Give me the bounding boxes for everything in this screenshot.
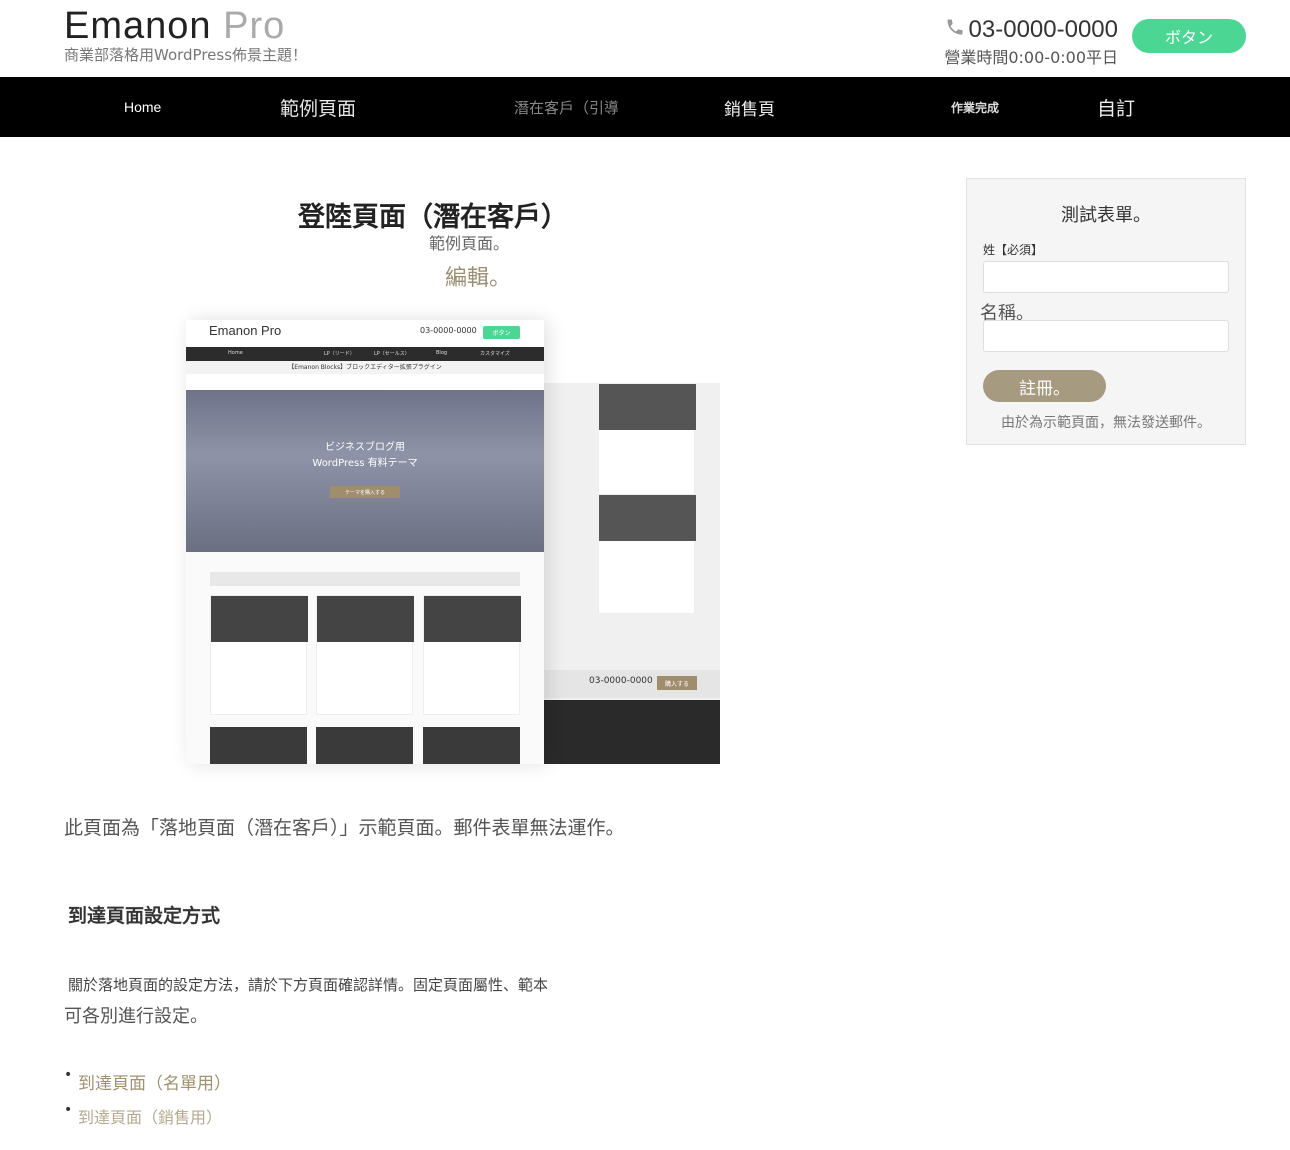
screenshot-phone: 03-0000-0000	[420, 326, 477, 335]
link-landing-lead[interactable]: 到達頁面（名單用）	[78, 1074, 231, 1094]
sidebar-test-form: 測試表單。 姓【必須】 名稱。 註冊。 由於為示範頁面，無法發送郵件。	[966, 178, 1246, 445]
screenshot-nav-item: Blog	[436, 350, 448, 356]
theme-screenshot: 03-0000-0000 購入する Emanon Pro 03-0000-000…	[186, 320, 720, 764]
global-nav: Home 範例頁面 潛在客戶（引導 銷售頁 作業完成 自訂	[0, 77, 1290, 137]
screenshot-card	[316, 727, 413, 764]
screenshot-hero-title: ビジネスブログ用 WordPress 有料テーマ	[186, 440, 544, 472]
site-logo[interactable]: Emanon Pro	[64, 4, 285, 48]
list-item: 到達頁面（名單用）	[64, 1067, 231, 1094]
screenshot-nav-item: LP（セールス）	[374, 351, 410, 357]
screenshot-card	[423, 595, 521, 715]
name-label: 姓【必須】	[983, 243, 1044, 257]
nav-item-lead[interactable]: 潛在客戶（引導	[514, 77, 619, 137]
nav-item-done[interactable]: 作業完成	[951, 77, 999, 137]
site-tagline: 商業部落格用WordPress佈景主題！	[64, 46, 308, 64]
page-title: 登陸頁面（潛在客戶）	[298, 202, 568, 233]
screenshot-back-footer-bar: 03-0000-0000 購入する	[541, 670, 720, 698]
screenshot-hero: ビジネスブログ用 WordPress 有料テーマ テーマを購入する	[186, 390, 544, 552]
edit-link[interactable]: 編輯。	[445, 260, 511, 292]
business-hours: 營業時間0:00-0:00平日	[944, 48, 1118, 67]
setup-paragraph-line1: 關於落地頁面的設定方法，請於下方頁面確認詳情。固定頁面屬性、範本	[68, 976, 549, 994]
screenshot-footer-phone: 03-0000-0000	[589, 676, 653, 686]
name-input[interactable]	[983, 261, 1229, 293]
screenshot-nav-item: Home	[228, 350, 243, 356]
nav-item-home[interactable]: Home	[124, 77, 161, 137]
form-note: 由於為示範頁面，無法發送郵件。	[1001, 415, 1211, 431]
screenshot-card	[423, 727, 520, 764]
setup-paragraph-line2: 可各別進行設定。	[64, 1006, 208, 1027]
phone-number: 03-0000-0000	[968, 16, 1118, 43]
landing-page-links: 到達頁面（名單用） 到達頁面（銷售用）	[64, 1067, 231, 1138]
list-item: 到達頁面（銷售用）	[64, 1102, 231, 1128]
screenshot-front-page: Emanon Pro 03-0000-0000 ボタン Home LP（リード）…	[186, 320, 544, 764]
register-button[interactable]: 註冊。	[983, 370, 1106, 402]
screenshot-button: ボタン	[483, 326, 520, 339]
section-heading: 到達頁面設定方式	[68, 905, 221, 927]
screenshot-nav: Home LP（リード） LP（セールス） Blog カスタマイズ	[186, 347, 544, 361]
phone-icon	[945, 16, 965, 44]
screenshot-back-footer	[541, 700, 720, 764]
form-title: 測試表單。	[1061, 205, 1151, 226]
screenshot-notice-bar: 【Emanon Blocks】ブロックエディター拡張プラグイン	[186, 361, 544, 374]
page-subtitle: 範例頁面。	[429, 234, 510, 253]
screenshot-hero-line1: ビジネスブログ用	[325, 442, 405, 453]
screenshot-logo: Emanon Pro	[209, 323, 282, 338]
screenshot-card	[210, 727, 307, 764]
link-landing-sales[interactable]: 到達頁面（銷售用）	[78, 1108, 222, 1127]
screenshot-footer-button: 購入する	[657, 676, 697, 690]
screenshot-card	[210, 595, 308, 715]
header-phone[interactable]: 03-0000-0000	[944, 16, 1118, 44]
nav-item-custom[interactable]: 自訂	[1097, 77, 1135, 137]
logo-light: Pro	[223, 5, 286, 47]
logo-main: Emanon	[64, 5, 212, 47]
nav-item-sales[interactable]: 銷售頁	[724, 77, 775, 137]
title-input[interactable]	[983, 320, 1229, 352]
screenshot-tabs	[186, 374, 544, 390]
screenshot-hero-line2: WordPress 有料テーマ	[312, 458, 418, 469]
header-cta-button[interactable]: ボタン	[1132, 19, 1246, 53]
screenshot-nav-item: LP（リード）	[324, 351, 355, 357]
site-header: Emanon Pro 商業部落格用WordPress佈景主題！ 03-0000-…	[0, 0, 1290, 77]
intro-text: 此頁面為「落地頁面（潛在客戶）」示範頁面。郵件表單無法運作。	[64, 817, 625, 839]
main-content: 登陸頁面（潛在客戶） 範例頁面。 編輯。 03-0000-0000 購入する E…	[0, 137, 960, 1150]
screenshot-hero-button: テーマを購入する	[330, 486, 400, 498]
header-contact: 03-0000-0000 營業時間0:00-0:00平日	[944, 16, 1118, 68]
screenshot-back-card	[598, 494, 696, 614]
screenshot-card	[316, 595, 414, 715]
screenshot-section-tabs	[210, 572, 520, 586]
nav-item-sample-page[interactable]: 範例頁面	[280, 77, 356, 137]
screenshot-header: Emanon Pro 03-0000-0000 ボタン	[186, 320, 544, 347]
screenshot-nav-item: カスタマイズ	[480, 351, 510, 357]
